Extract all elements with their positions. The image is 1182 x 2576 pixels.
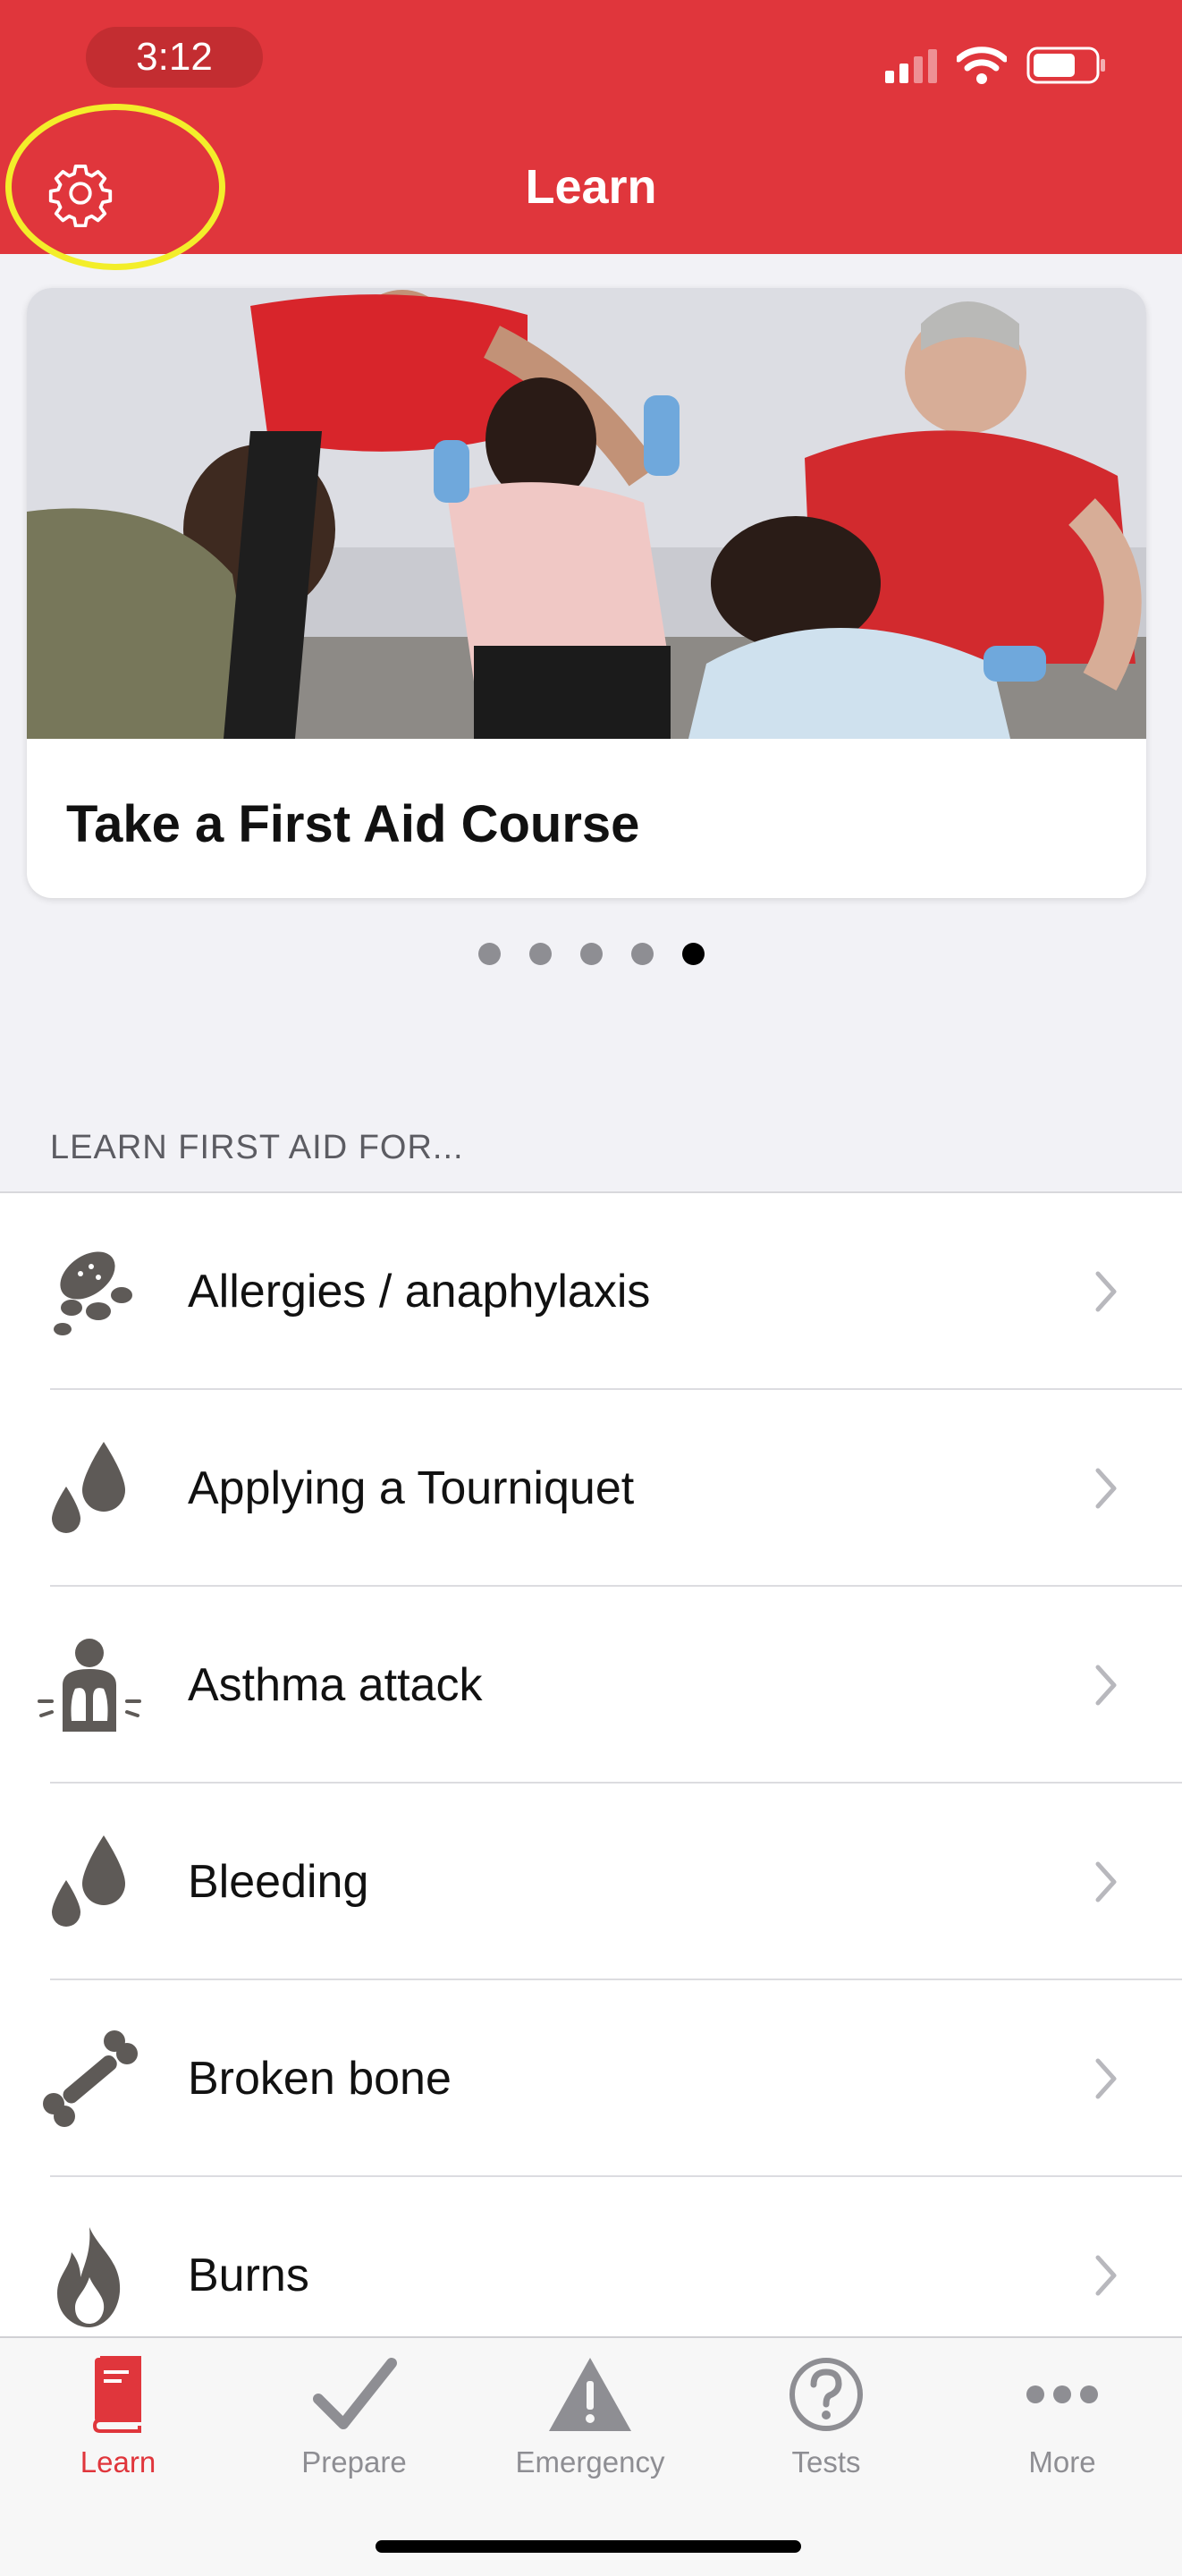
flame-icon — [57, 2227, 121, 2327]
tab-emergency[interactable]: Emergency — [472, 2354, 708, 2488]
screen: 3:12 Learn Take a First Aid Course LEARN… — [0, 0, 1182, 2576]
home-indicator[interactable] — [376, 2540, 801, 2553]
tab-prepare[interactable]: Prepare — [236, 2354, 472, 2488]
chevron-right-icon — [1095, 2058, 1117, 2099]
tab-learn[interactable]: Learn — [0, 2354, 236, 2488]
list-item-label: Bleeding — [188, 1856, 369, 1908]
blood-drops-icon — [52, 1442, 125, 1533]
page-dot[interactable] — [630, 943, 654, 965]
book-icon — [92, 2356, 141, 2433]
list-item-label: Burns — [188, 2250, 309, 2301]
chevron-right-icon — [1095, 1861, 1117, 1902]
question-icon — [789, 2358, 863, 2431]
section-header: LEARN FIRST AID FOR... — [50, 1129, 464, 1166]
page-title: Learn — [525, 160, 657, 214]
chevron-right-icon — [1095, 2255, 1117, 2296]
list-item-label: Asthma attack — [188, 1659, 483, 1711]
list-item[interactable]: Burns — [0, 2177, 1182, 2336]
status-icons — [885, 45, 1107, 86]
checkmark-icon — [313, 2358, 397, 2429]
tab-label: Learn — [80, 2445, 156, 2479]
list-item[interactable]: Applying a Tourniquet — [0, 1390, 1182, 1587]
warning-icon — [549, 2358, 631, 2431]
tab-label: Tests — [791, 2445, 861, 2479]
page-dot[interactable] — [579, 943, 603, 965]
battery-icon — [1026, 47, 1105, 84]
bone-icon — [43, 2030, 138, 2127]
lungs-icon — [38, 1639, 141, 1732]
tab-label: Emergency — [515, 2445, 665, 2479]
more-dots-icon — [1026, 2385, 1098, 2403]
list-item-label: Allergies / anaphylaxis — [188, 1266, 651, 1318]
tab-more[interactable]: More — [944, 2354, 1180, 2488]
page-dot-active[interactable] — [681, 943, 705, 965]
chevron-right-icon — [1095, 1468, 1117, 1509]
topic-list: Allergies / anaphylaxis Applying a Tourn… — [0, 1191, 1182, 2336]
list-item-label: Broken bone — [188, 2053, 452, 2105]
blood-drops-icon — [52, 1835, 125, 1927]
list-item-label: Applying a Tourniquet — [188, 1462, 635, 1514]
cellular-signal-icon — [885, 49, 937, 83]
list-item[interactable]: Broken bone — [0, 1980, 1182, 2177]
peanut-icon — [54, 1251, 132, 1335]
wifi-icon — [957, 47, 1007, 84]
list-item[interactable]: Asthma attack — [0, 1587, 1182, 1784]
chevron-right-icon — [1095, 1271, 1117, 1312]
page-dot[interactable] — [528, 943, 552, 965]
tab-tests[interactable]: Tests — [708, 2354, 944, 2488]
chevron-right-icon — [1095, 1665, 1117, 1706]
list-item[interactable]: Bleeding — [0, 1784, 1182, 1980]
card-title: Take a First Aid Course — [66, 795, 640, 853]
tab-label: More — [1028, 2445, 1096, 2479]
list-item[interactable]: Allergies / anaphylaxis — [0, 1193, 1182, 1390]
course-photo — [27, 288, 1146, 739]
page-indicator[interactable] — [0, 943, 1182, 965]
page-dot[interactable] — [477, 943, 501, 965]
carousel-card[interactable]: Take a First Aid Course — [27, 288, 1146, 898]
tab-label: Prepare — [301, 2445, 407, 2479]
nav-header: 3:12 Learn — [0, 0, 1182, 254]
status-time: 3:12 — [86, 27, 263, 88]
